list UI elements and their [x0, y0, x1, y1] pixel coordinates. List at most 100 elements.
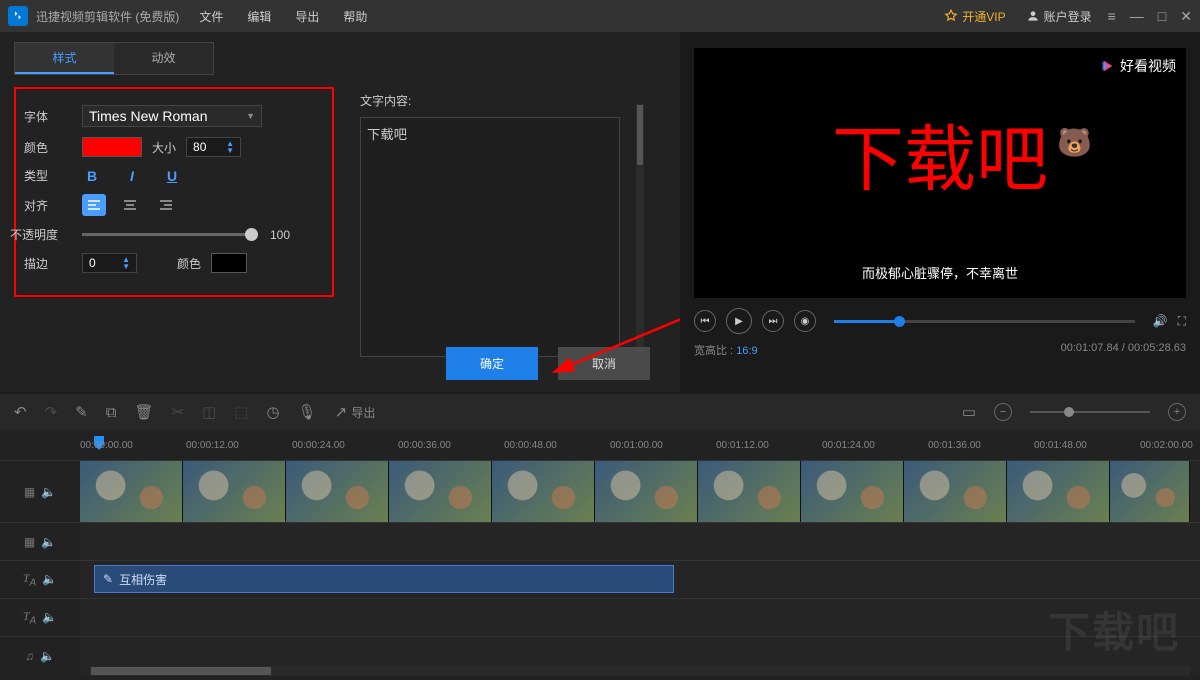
- progress-slider[interactable]: [834, 320, 1135, 323]
- ruler-tick: 00:02:00.00: [1140, 440, 1193, 451]
- volume-icon[interactable]: 🔊: [1153, 314, 1168, 328]
- audio-track-icon[interactable]: ♫: [25, 649, 34, 663]
- clip-thumbnail[interactable]: [1007, 461, 1110, 522]
- mute-icon[interactable]: 🔈: [40, 649, 55, 663]
- stroke-width-spinner[interactable]: 0 ▲▼: [82, 253, 137, 273]
- ruler-tick: 00:01:00.00: [610, 440, 663, 451]
- mic-icon[interactable]: 🎙: [298, 403, 317, 421]
- align-center-button[interactable]: [118, 194, 142, 216]
- delete-icon[interactable]: 🗑: [134, 403, 153, 421]
- underline-button[interactable]: U: [162, 168, 182, 184]
- redo-icon[interactable]: ↷: [45, 403, 58, 421]
- content-label: 文字内容:: [360, 92, 620, 109]
- clip-thumbnail[interactable]: [801, 461, 904, 522]
- menu-more-icon[interactable]: ≡: [1108, 8, 1116, 25]
- clip-thumbnail[interactable]: [183, 461, 286, 522]
- opacity-label: 不透明度: [10, 226, 72, 243]
- text-clip[interactable]: ✎ 互相伤害: [94, 565, 674, 593]
- panel-tabs: 样式 动效: [14, 42, 214, 75]
- menu-help[interactable]: 帮助: [343, 8, 367, 25]
- app-logo: [8, 6, 28, 26]
- preview-controls: ⏮ ▶ ⏭ ◉ 🔊 ⛶: [694, 308, 1186, 334]
- tool1-icon[interactable]: ◫: [202, 403, 216, 421]
- bold-button[interactable]: B: [82, 168, 102, 184]
- italic-button[interactable]: I: [122, 168, 142, 184]
- stop-button[interactable]: ◉: [794, 310, 816, 332]
- menu-edit[interactable]: 编辑: [247, 8, 271, 25]
- panel-scrollbar[interactable]: [636, 104, 644, 364]
- text-content-input[interactable]: [360, 117, 620, 357]
- font-select[interactable]: Times New Roman ▼: [82, 105, 262, 127]
- preview-subtitle: 而极郁心脏骤停，不幸离世: [694, 263, 1186, 282]
- style-settings-highlight: 字体 Times New Roman ▼ 颜色 大小 80 ▲▼ 类型 B: [14, 87, 334, 297]
- text-content-area: 文字内容:: [360, 92, 620, 360]
- clip-thumbnail[interactable]: [904, 461, 1007, 522]
- maximize-icon[interactable]: □: [1158, 8, 1166, 25]
- opacity-slider[interactable]: [82, 233, 252, 236]
- ok-button[interactable]: 确定: [446, 347, 538, 380]
- video-watermark: 好看视频: [1098, 56, 1176, 76]
- play-button[interactable]: ▶: [726, 308, 752, 334]
- cancel-button[interactable]: 取消: [558, 347, 650, 380]
- clock-icon[interactable]: ◷: [266, 403, 279, 421]
- stroke-label: 描边: [24, 255, 72, 272]
- window-controls: ≡ — □ ✕: [1108, 8, 1192, 25]
- prev-frame-button[interactable]: ⏮: [694, 310, 716, 332]
- fit-icon[interactable]: ▭: [962, 403, 976, 421]
- ruler-tick: 00:00:48.00: [504, 440, 557, 451]
- minimize-icon[interactable]: —: [1130, 8, 1144, 25]
- clip-thumbnail[interactable]: [1110, 461, 1190, 522]
- text-track-icon[interactable]: TA: [23, 571, 36, 588]
- edit-icon[interactable]: ✎: [75, 403, 88, 421]
- preview-panel: 好看视频 下载吧 🐻 而极郁心脏骤停，不幸离世 ⏮ ▶ ⏭ ◉ 🔊 ⛶ 宽高比 …: [680, 32, 1200, 392]
- next-frame-button[interactable]: ⏭: [762, 310, 784, 332]
- align-right-button[interactable]: [154, 194, 178, 216]
- tab-style[interactable]: 样式: [15, 43, 114, 74]
- timeline-toolbar: ↶ ↷ ✎ ⧉ 🗑 ✂ ◫ ⬚ ◷ 🎙 ↗ 导出 ▭ − +: [0, 394, 1200, 430]
- text-color-swatch[interactable]: [82, 137, 142, 157]
- overlay-track-icon[interactable]: ▦: [24, 535, 35, 549]
- zoom-out-button[interactable]: −: [994, 403, 1012, 421]
- mute-icon[interactable]: 🔈: [41, 535, 56, 549]
- clip-thumbnail[interactable]: [492, 461, 595, 522]
- ruler-tick: 00:00:12.00: [186, 440, 239, 451]
- ruler-tick: 00:00:24.00: [292, 440, 345, 451]
- clip-thumbnail[interactable]: [698, 461, 801, 522]
- font-size-spinner[interactable]: 80 ▲▼: [186, 137, 241, 157]
- split-icon[interactable]: ⧉: [106, 404, 117, 421]
- video-track-icon[interactable]: ▦: [24, 485, 35, 499]
- text-track-icon[interactable]: TA: [23, 609, 36, 626]
- text-track: TA 🔈 ✎ 互相伤害: [0, 560, 1200, 598]
- menu-file[interactable]: 文件: [199, 8, 223, 25]
- zoom-slider[interactable]: [1030, 411, 1150, 413]
- menu-export[interactable]: 导出: [295, 8, 319, 25]
- time-ruler[interactable]: 00:00:00.0000:00:12.0000:00:24.0000:00:3…: [80, 436, 1200, 460]
- export-icon[interactable]: ↗ 导出: [335, 403, 376, 421]
- clip-thumbnail[interactable]: [389, 461, 492, 522]
- timeline-scrollbar[interactable]: [90, 666, 1190, 676]
- mute-icon[interactable]: 🔈: [42, 572, 57, 586]
- stroke-color-label: 颜色: [177, 255, 201, 272]
- stroke-color-swatch[interactable]: [211, 253, 247, 273]
- tool2-icon[interactable]: ⬚: [234, 403, 248, 421]
- mute-icon[interactable]: 🔈: [41, 485, 56, 499]
- clip-thumbnail[interactable]: [80, 461, 183, 522]
- video-track-body[interactable]: [80, 461, 1200, 522]
- text-clip-icon: ✎: [103, 572, 113, 586]
- account-button[interactable]: 账户登录: [1026, 8, 1092, 25]
- align-left-button[interactable]: [82, 194, 106, 216]
- clip-thumbnail[interactable]: [286, 461, 389, 522]
- text-clip-label: 互相伤害: [119, 571, 167, 588]
- fullscreen-icon[interactable]: ⛶: [1178, 314, 1186, 329]
- crop-icon[interactable]: ✂: [172, 403, 185, 421]
- undo-icon[interactable]: ↶: [14, 403, 27, 421]
- mute-icon[interactable]: 🔈: [42, 610, 57, 624]
- clip-thumbnail[interactable]: [595, 461, 698, 522]
- close-icon[interactable]: ✕: [1180, 8, 1192, 25]
- aspect-ratio: 宽高比 : 16:9: [694, 342, 758, 358]
- tab-effect[interactable]: 动效: [114, 43, 213, 74]
- video-preview[interactable]: 好看视频 下载吧 🐻 而极郁心脏骤停，不幸离世: [694, 48, 1186, 298]
- vip-button[interactable]: 开通VIP: [944, 8, 1005, 25]
- chevron-down-icon: ▼: [246, 111, 255, 121]
- zoom-in-button[interactable]: +: [1168, 403, 1186, 421]
